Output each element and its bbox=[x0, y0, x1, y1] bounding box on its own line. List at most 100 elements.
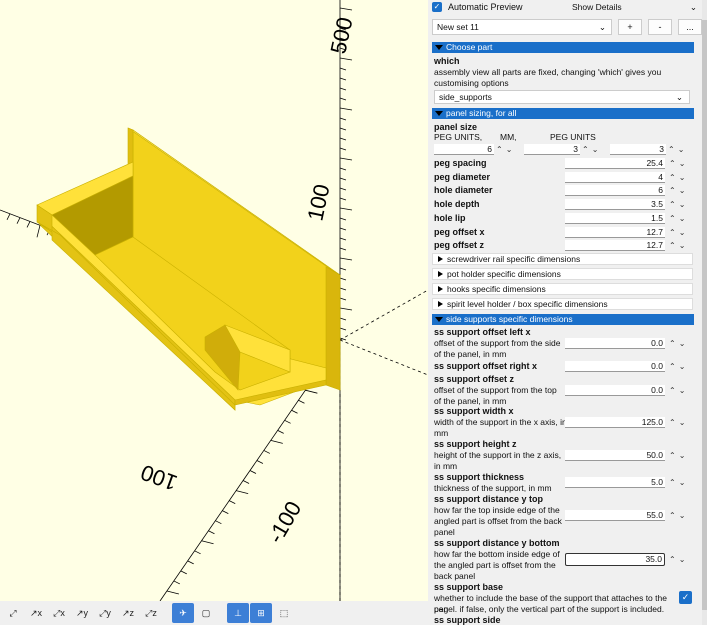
axis-label-500: 500 bbox=[325, 15, 357, 56]
perspective-icon[interactable]: ✈ bbox=[172, 603, 194, 623]
spinner-arrows-icon[interactable]: ⌃⌄ bbox=[669, 172, 695, 183]
view-top-icon[interactable]: ⤢x bbox=[48, 603, 70, 623]
axis-label-100-z: 100 bbox=[302, 182, 334, 223]
view-bottom-icon[interactable]: ↗y bbox=[71, 603, 93, 623]
3d-viewport[interactable]: 500 100 100 -100 ⤢ ↗x ⤢x ↗y ⤢y ↗z ⤢z ✈ ▢… bbox=[0, 0, 428, 625]
spinner-arrows-icon[interactable]: ⌃⌄ bbox=[669, 554, 695, 565]
section-pot-holder[interactable]: pot holder specific dimensions bbox=[432, 268, 693, 280]
spinner-arrows-icon[interactable]: ⌃⌄ bbox=[669, 477, 695, 488]
spinner-arrows-icon[interactable]: ⌃⌄ bbox=[669, 213, 695, 224]
spinner-arrows-icon[interactable]: ⌃⌄ bbox=[669, 510, 695, 521]
zoom-all-icon[interactable]: ⤢ bbox=[2, 603, 24, 623]
add-preset-button[interactable]: + bbox=[618, 19, 642, 35]
spinner-arrows-icon[interactable]: ⌃⌄ bbox=[496, 144, 522, 155]
spinner-arrows-icon[interactable]: ⌃⌄ bbox=[669, 227, 695, 238]
view-back-icon[interactable]: ⤢z bbox=[140, 603, 162, 623]
preset-select[interactable]: New set 11 ⌄ bbox=[432, 19, 612, 35]
axis-tick bbox=[339, 207, 353, 211]
expanded-icon bbox=[435, 111, 443, 116]
viewport-toolbar: ⤢ ↗x ⤢x ↗y ⤢y ↗z ⤢z ✈ ▢ ⊥ ⊞ ⬚ bbox=[0, 601, 428, 625]
panel-size-col1: PEG UNITS, bbox=[434, 132, 483, 142]
z-axis-ticks bbox=[339, 7, 353, 341]
ss-height-input[interactable]: 50.0 bbox=[565, 450, 665, 461]
param-input[interactable]: 1.5 bbox=[565, 213, 665, 224]
viewport-canvas[interactable]: 500 100 100 -100 bbox=[0, 0, 428, 601]
section-spirit-level[interactable]: spirit level holder / box specific dimen… bbox=[432, 298, 693, 310]
axis-tick bbox=[194, 550, 201, 555]
ss-thickness-input[interactable]: 5.0 bbox=[565, 477, 665, 488]
section-title: hooks specific dimensions bbox=[447, 284, 546, 294]
ss-dist-y-top-desc-2: angled part is offset from the back bbox=[434, 516, 562, 526]
view-front-icon[interactable]: ↗z bbox=[117, 603, 139, 623]
orthogonal-icon[interactable]: ▢ bbox=[195, 603, 217, 623]
section-side-supports[interactable]: side supports specific dimensions bbox=[432, 314, 694, 325]
show-axes-icon[interactable]: ⊥ bbox=[227, 603, 249, 623]
ss-width-input[interactable]: 125.0 bbox=[565, 417, 665, 428]
axis-tick bbox=[339, 217, 347, 221]
param-input[interactable]: 12.7 bbox=[565, 227, 665, 238]
spinner-arrows-icon[interactable]: ⌃⌄ bbox=[669, 338, 695, 349]
show-edges-icon[interactable]: ⬚ bbox=[273, 603, 295, 623]
auto-preview-checkbox[interactable]: ✓ bbox=[432, 2, 442, 12]
param-input[interactable]: 3.5 bbox=[565, 199, 665, 210]
section-hooks[interactable]: hooks specific dimensions bbox=[432, 283, 693, 295]
section-choose-part[interactable]: Choose part bbox=[432, 42, 694, 53]
spinner-arrows-icon[interactable]: ⌃⌄ bbox=[668, 144, 694, 155]
param-input[interactable]: 4 bbox=[565, 172, 665, 183]
axis-tick bbox=[339, 297, 347, 301]
spinner-arrows-icon[interactable]: ⌃⌄ bbox=[669, 450, 695, 461]
param-input[interactable]: 25.4 bbox=[565, 158, 665, 169]
ss-offset-z-input[interactable]: 0.0 bbox=[565, 385, 665, 396]
section-panel-sizing[interactable]: panel sizing, for all bbox=[432, 108, 694, 119]
axis-tick bbox=[339, 247, 347, 251]
param-input[interactable]: 12.7 bbox=[565, 240, 665, 251]
spinner-arrows-icon[interactable]: ⌃⌄ bbox=[669, 158, 695, 169]
ss-dist-y-bottom-desc-3: back panel bbox=[434, 571, 476, 581]
panel-size-z-input[interactable]: 3 bbox=[610, 144, 666, 155]
spinner-arrows-icon[interactable]: ⌃⌄ bbox=[669, 417, 695, 428]
ss-offset-left-input[interactable]: 0.0 bbox=[565, 338, 665, 349]
show-scale-icon[interactable]: ⊞ bbox=[250, 603, 272, 623]
ss-dist-y-bottom-input[interactable]: 35.0 bbox=[565, 553, 665, 566]
remove-preset-button[interactable]: - bbox=[648, 19, 672, 35]
view-right-icon[interactable]: ↗x bbox=[25, 603, 47, 623]
param-input[interactable]: 6 bbox=[565, 185, 665, 196]
details-select[interactable]: Show Details ⌄ bbox=[568, 0, 701, 14]
panel-size-y-input[interactable]: 3 bbox=[524, 144, 580, 155]
axis-tick bbox=[277, 429, 284, 434]
axis-tick bbox=[339, 257, 353, 261]
spinner-arrows-icon[interactable]: ⌃⌄ bbox=[669, 240, 695, 251]
panel-scrollbar-thumb[interactable] bbox=[702, 20, 707, 610]
axis-label-neg100-y: -100 bbox=[263, 497, 307, 548]
ss-offset-left-label: ss support offset left x bbox=[434, 327, 531, 337]
ss-dist-y-top-input[interactable]: 55.0 bbox=[565, 510, 665, 521]
axis-tick bbox=[298, 399, 305, 404]
axis-tick bbox=[339, 197, 347, 201]
axis-tick bbox=[339, 77, 347, 81]
ss-offset-right-input[interactable]: 0.0 bbox=[565, 361, 665, 372]
axis-label-100-x: 100 bbox=[137, 460, 180, 496]
axis-tick bbox=[26, 221, 31, 228]
view-left-icon[interactable]: ⤢y bbox=[94, 603, 116, 623]
spinner-arrows-icon[interactable]: ⌃⌄ bbox=[669, 361, 695, 372]
ss-offset-left-desc-2: of the panel, in mm bbox=[434, 349, 507, 359]
axis-tick bbox=[242, 480, 250, 484]
spinner-arrows-icon[interactable]: ⌃⌄ bbox=[669, 185, 695, 196]
axis-tick bbox=[339, 307, 353, 311]
section-screwdriver-rail[interactable]: screwdriver rail specific dimensions bbox=[432, 253, 693, 265]
spinner-arrows-icon[interactable]: ⌃⌄ bbox=[669, 199, 695, 210]
auto-preview-label: Automatic Preview bbox=[448, 2, 523, 12]
spinner-arrows-icon[interactable]: ⌃⌄ bbox=[582, 144, 608, 155]
which-select[interactable]: side_supports ⌄ bbox=[434, 90, 690, 104]
ss-height-desc-2: in mm bbox=[434, 461, 458, 471]
more-preset-button[interactable]: ... bbox=[678, 19, 702, 35]
which-label: which bbox=[434, 56, 460, 66]
spinner-arrows-icon[interactable]: ⌃⌄ bbox=[669, 385, 695, 396]
panel-size-x-input[interactable]: 6 bbox=[434, 144, 494, 155]
collapsed-icon bbox=[438, 271, 443, 277]
axis-tick bbox=[291, 409, 298, 414]
section-title: panel sizing, for all bbox=[446, 108, 517, 118]
axis-tick bbox=[339, 287, 347, 291]
param-label: peg offset z bbox=[434, 240, 485, 250]
ss-base-checkbox[interactable]: ✓ bbox=[679, 591, 692, 604]
